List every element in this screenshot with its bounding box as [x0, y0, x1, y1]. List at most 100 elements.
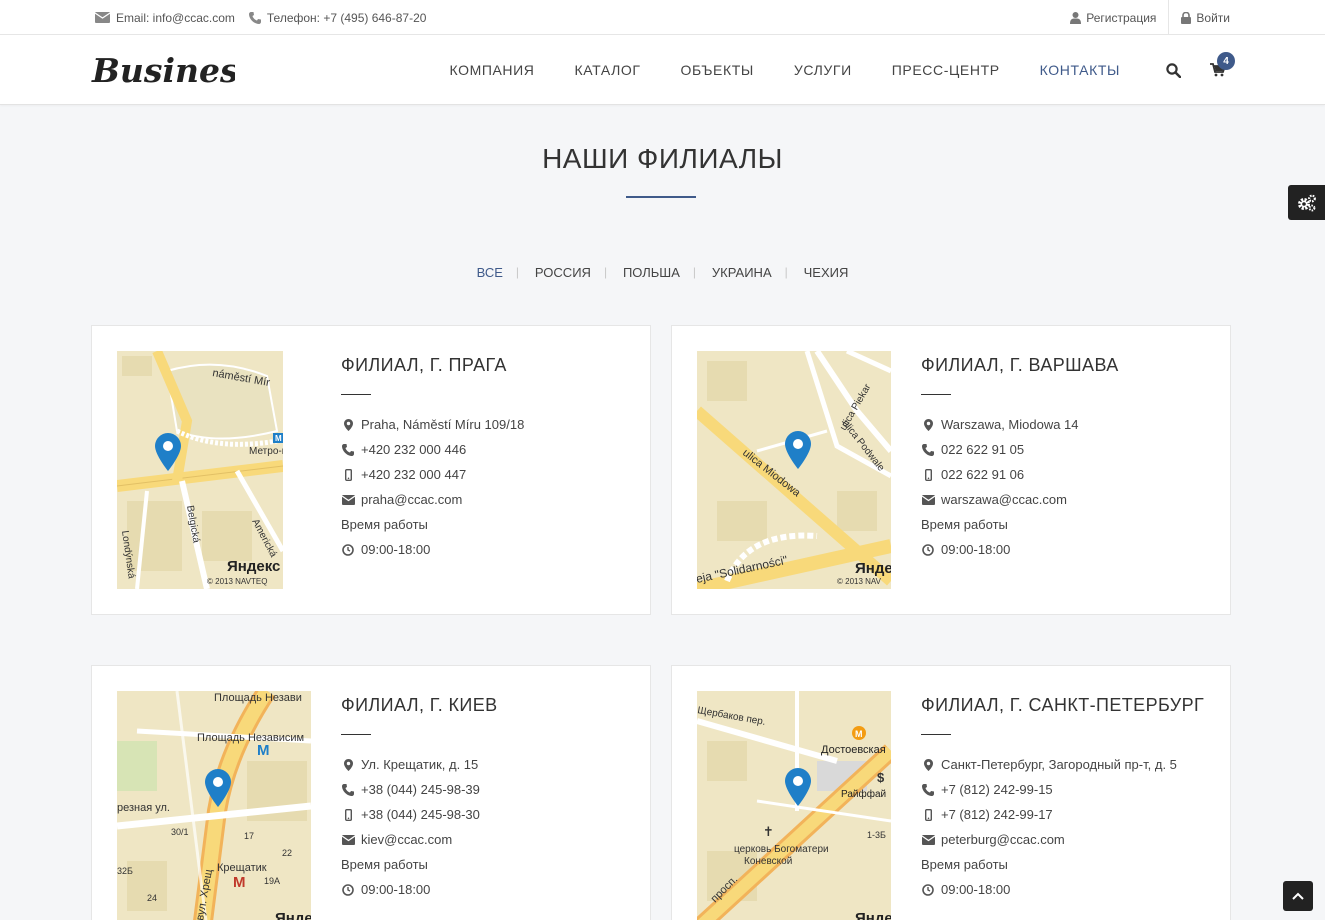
branch-address: Санкт-Петербург, Загородный пр-т, д. 5 — [941, 757, 1177, 772]
main-nav: Компания Каталог Объекты Услуги Пресс-це… — [409, 35, 1120, 105]
svg-text:M: M — [855, 729, 863, 739]
register-label: Регистрация — [1086, 10, 1157, 25]
branch-hours-label: Время работы — [341, 857, 428, 872]
branch-phone[interactable]: +420 232 000 446 — [361, 442, 466, 457]
branch-phone[interactable]: +38 (044) 245-98-39 — [361, 782, 480, 797]
branch-hours-label: Время работы — [921, 857, 1008, 872]
branch-info-prague: ФИЛИАЛ, Г. ПРАГА Praha, Náměstí Míru 109… — [341, 355, 524, 562]
lock-icon — [1181, 11, 1192, 24]
envelope-icon — [95, 12, 110, 23]
branch-card-prague: náměstí Mír Метро-нам Belgická Londýnská… — [91, 325, 651, 615]
envelope-icon — [341, 494, 355, 505]
clock-icon — [342, 543, 354, 556]
map-image: Щербаков пер. Достоевская Райффай церков… — [697, 691, 891, 920]
branch-map-kiev[interactable]: Площадь Незави Площадь Независим резная … — [117, 691, 311, 920]
branch-card-warsaw: ulica Piekar ulica Podwale ulica Miodowa… — [671, 325, 1231, 615]
map-marker-icon — [923, 418, 933, 431]
branch-email[interactable]: peterburg@ccac.com — [941, 832, 1065, 847]
search-icon[interactable] — [1166, 63, 1181, 78]
branch-map-petersburg[interactable]: Щербаков пер. Достоевская Райффай церков… — [697, 691, 891, 920]
branch-title-line — [921, 394, 951, 395]
phone-icon — [922, 783, 934, 796]
filter-ukraine[interactable]: УКРАИНА — [693, 265, 788, 280]
top-bar: Email: info@ccac.com Телефон: +7 (495) 6… — [0, 0, 1325, 35]
mobile-icon — [924, 468, 932, 481]
branch-address: Warszawa, Miodowa 14 — [941, 417, 1079, 432]
nav-company[interactable]: Компания — [449, 62, 534, 78]
mobile-icon — [924, 808, 932, 821]
login-link[interactable]: Войти — [1168, 0, 1230, 35]
filter-all[interactable]: ВСЕ — [461, 265, 519, 280]
map-label: резная ул. — [117, 802, 170, 814]
map-label: 24 — [147, 893, 157, 903]
map-marker-icon — [343, 418, 353, 431]
branch-hours-label: Время работы — [921, 517, 1008, 532]
user-icon — [1070, 11, 1082, 24]
branch-email[interactable]: kiev@ccac.com — [361, 832, 452, 847]
branch-hours: 09:00-18:00 — [941, 882, 1011, 897]
logo[interactable]: Business — [90, 49, 257, 96]
nav-contacts[interactable]: Контакты — [1040, 62, 1120, 78]
branch-mobile[interactable]: 022 622 91 06 — [941, 467, 1024, 482]
branch-info-warsaw: ФИЛИАЛ, Г. ВАРШАВА Warszawa, Miodowa 14 … — [921, 355, 1119, 562]
map-image: Площадь Незави Площадь Независим резная … — [117, 691, 311, 920]
cart-count-badge: 4 — [1217, 52, 1235, 70]
branch-mobile[interactable]: +7 (812) 242-99-17 — [941, 807, 1053, 822]
nav-services[interactable]: Услуги — [794, 62, 852, 78]
filter-russia[interactable]: РОССИЯ — [516, 265, 607, 280]
map-label: церковь Богоматери — [734, 844, 829, 855]
branch-map-warsaw[interactable]: ulica Piekar ulica Podwale ulica Miodowa… — [697, 351, 891, 589]
map-label: Крещатик — [217, 862, 267, 874]
map-label: Достоевская — [821, 744, 886, 756]
branch-title-line — [341, 734, 371, 735]
map-label: 19А — [264, 876, 280, 886]
map-label: Коневской — [744, 856, 792, 867]
filter-poland[interactable]: ПОЛЬША — [604, 265, 696, 280]
branch-hours: 09:00-18:00 — [361, 882, 431, 897]
branch-email[interactable]: praha@ccac.com — [361, 492, 462, 507]
map-brand: Яндекс — [227, 558, 280, 575]
map-copyright: © 2013 NAV — [837, 577, 882, 586]
branch-map-prague[interactable]: náměstí Mír Метро-нам Belgická Londýnská… — [117, 351, 283, 589]
topbar-email-text: Email: info@ccac.com — [116, 10, 235, 25]
branch-hours: 09:00-18:00 — [941, 542, 1011, 557]
topbar-phone[interactable]: Телефон: +7 (495) 646-87-20 — [248, 11, 426, 25]
branch-title: ФИЛИАЛ, Г. САНКТ-ПЕТЕРБУРГ — [921, 695, 1205, 715]
map-label: Площадь Независим — [197, 732, 304, 744]
branch-mobile[interactable]: +420 232 000 447 — [361, 467, 466, 482]
region-filters: ВСЕ РОССИЯ ПОЛЬША УКРАИНА ЧЕХИЯ — [0, 265, 1325, 280]
nav-objects[interactable]: Объекты — [681, 62, 754, 78]
branch-address: Ул. Крещатик, д. 15 — [361, 757, 479, 772]
map-brand: Янде — [855, 910, 891, 920]
branch-card-petersburg: Щербаков пер. Достоевская Райффай церков… — [671, 665, 1231, 920]
branch-title: ФИЛИАЛ, Г. КИЕВ — [341, 695, 498, 715]
settings-toggle[interactable] — [1288, 185, 1325, 220]
clock-icon — [922, 543, 934, 556]
map-label: Метро-нам — [249, 446, 283, 457]
branch-title-line — [341, 394, 371, 395]
branch-phone[interactable]: 022 622 91 05 — [941, 442, 1024, 457]
phone-icon — [342, 443, 354, 456]
svg-text:$: $ — [877, 770, 885, 785]
map-label: Площадь Незави — [214, 692, 302, 704]
svg-text:M: M — [257, 742, 270, 759]
filter-czech[interactable]: ЧЕХИЯ — [785, 265, 865, 280]
branch-phone[interactable]: +7 (812) 242-99-15 — [941, 782, 1053, 797]
branch-info-kiev: ФИЛИАЛ, Г. КИЕВ Ул. Крещатик, д. 15 +38 … — [341, 695, 498, 902]
register-link[interactable]: Регистрация — [1070, 0, 1168, 35]
nav-press[interactable]: Пресс-центр — [892, 62, 1000, 78]
svg-text:M: M — [233, 874, 246, 891]
branch-mobile[interactable]: +38 (044) 245-98-30 — [361, 807, 480, 822]
gears-icon — [1297, 194, 1316, 211]
nav-catalog[interactable]: Каталог — [575, 62, 641, 78]
branch-email[interactable]: warszawa@ccac.com — [941, 492, 1067, 507]
svg-text:M: M — [275, 434, 282, 443]
clock-icon — [342, 883, 354, 896]
phone-icon — [248, 11, 261, 24]
scroll-top-button[interactable] — [1283, 881, 1313, 911]
topbar-email[interactable]: Email: info@ccac.com — [95, 11, 235, 25]
phone-icon — [342, 783, 354, 796]
page-title: НАШИ ФИЛИАЛЫ — [542, 143, 783, 174]
map-marker-icon — [343, 758, 353, 771]
main-header: Business Компания Каталог Объекты Услуги… — [0, 35, 1325, 105]
